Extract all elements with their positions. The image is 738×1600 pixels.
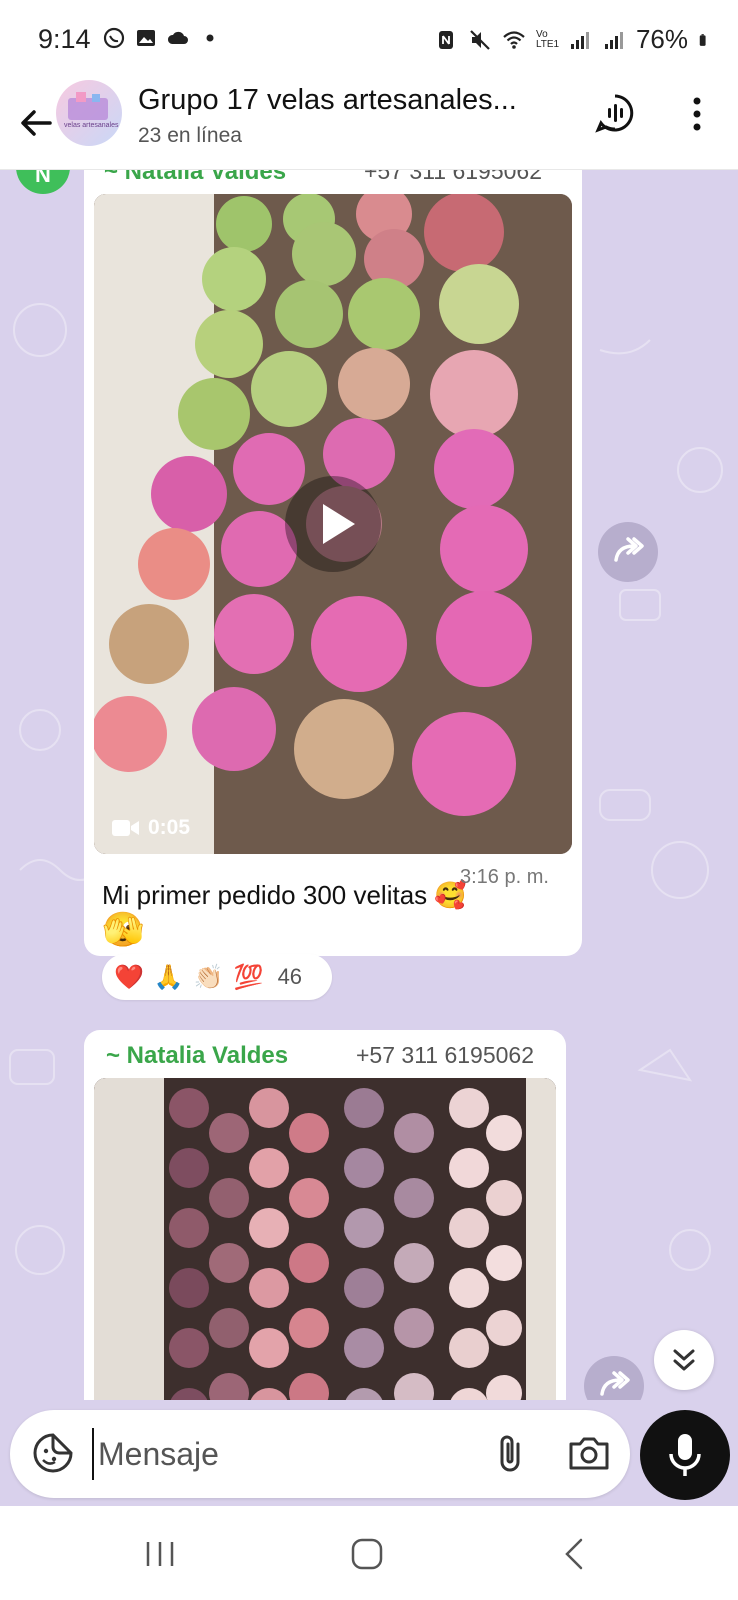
online-count: 23 en línea bbox=[138, 124, 242, 147]
whatsapp-status-icon bbox=[103, 27, 125, 49]
message-bubble-2[interactable]: ~ Natalia Valdes +57 311 6195062 bbox=[84, 1030, 566, 1410]
group-avatar[interactable]: velas artesanales bbox=[56, 80, 122, 146]
forward-button[interactable] bbox=[598, 522, 658, 582]
play-icon bbox=[323, 504, 355, 544]
signal-icon-2 bbox=[604, 31, 623, 49]
video-duration: 0:05 bbox=[148, 816, 191, 839]
camera-icon[interactable] bbox=[566, 1432, 612, 1474]
microphone-button[interactable] bbox=[640, 1410, 730, 1500]
video-camera-icon bbox=[112, 820, 139, 836]
voice-chat-icon[interactable] bbox=[594, 92, 636, 134]
dot-icon bbox=[206, 34, 214, 42]
message-emoji: 🫣 bbox=[102, 911, 145, 949]
message-input[interactable] bbox=[92, 1428, 472, 1480]
reaction-count: 46 bbox=[277, 964, 303, 989]
sticker-icon[interactable] bbox=[30, 1430, 76, 1476]
chat-header: velas artesanales Grupo 17 velas artesan… bbox=[0, 80, 738, 170]
message-composer bbox=[10, 1410, 630, 1498]
network-label: Vo LTE1 bbox=[535, 28, 560, 50]
image-thumbnail[interactable] bbox=[94, 1078, 556, 1410]
chevron-double-down-icon bbox=[673, 1349, 695, 1371]
status-time: 9:14 bbox=[38, 24, 91, 54]
cloud-icon bbox=[167, 31, 188, 44]
chat-title[interactable]: Grupo 17 velas artesanales... bbox=[138, 84, 517, 117]
candles-photo-2 bbox=[94, 1078, 556, 1410]
reactions-bar[interactable]: ❤️ 🙏 👏🏻 💯 46 bbox=[102, 954, 332, 1000]
nfc-icon bbox=[438, 30, 453, 49]
reaction-pray[interactable]: 🙏 bbox=[154, 963, 184, 992]
message-time: 3:16 p. m. bbox=[460, 866, 549, 888]
navigation-bar bbox=[0, 1506, 738, 1600]
reaction-clap[interactable]: 👏🏻 bbox=[194, 963, 224, 992]
recent-apps-icon[interactable] bbox=[140, 1534, 180, 1574]
sender-name[interactable]: ~ Natalia Valdes bbox=[104, 170, 286, 186]
sender-name-2[interactable]: ~ Natalia Valdes bbox=[106, 1042, 288, 1070]
reaction-heart[interactable]: ❤️ bbox=[114, 963, 144, 992]
scroll-down-button[interactable] bbox=[654, 1330, 714, 1390]
forward-icon bbox=[614, 537, 644, 562]
signal-icon bbox=[570, 31, 589, 49]
more-vertical-icon[interactable] bbox=[682, 94, 712, 134]
chat-area[interactable]: ~ Natalia Valdes +57 311 6195062 0:05 Mi… bbox=[0, 170, 738, 1410]
message-caption: Mi primer pedido 300 velitas 🥰 bbox=[102, 880, 467, 910]
battery-icon bbox=[699, 33, 706, 46]
battery-percent: 76% bbox=[635, 24, 688, 54]
wifi-icon bbox=[503, 30, 525, 49]
home-icon[interactable] bbox=[347, 1534, 387, 1574]
sender-phone: +57 311 6195062 bbox=[364, 170, 543, 184]
status-bar: 9:14 Vo LTE1 76% bbox=[0, 0, 738, 80]
mute-icon bbox=[470, 29, 490, 50]
avatar-text: velas artesanales bbox=[64, 122, 119, 129]
message-bubble[interactable]: ~ Natalia Valdes +57 311 6195062 0:05 bbox=[84, 170, 582, 956]
gallery-icon bbox=[137, 30, 155, 46]
reaction-hundred[interactable]: 💯 bbox=[234, 963, 264, 992]
back-nav-icon[interactable] bbox=[555, 1534, 595, 1574]
microphone-icon bbox=[669, 1434, 701, 1476]
play-button[interactable] bbox=[285, 476, 381, 572]
paperclip-icon[interactable] bbox=[488, 1430, 532, 1476]
group-logo-icon bbox=[68, 92, 108, 120]
video-thumbnail[interactable]: 0:05 bbox=[94, 194, 572, 854]
sender-phone-2: +57 311 6195062 bbox=[356, 1042, 535, 1068]
arrow-left-icon[interactable] bbox=[14, 100, 60, 146]
